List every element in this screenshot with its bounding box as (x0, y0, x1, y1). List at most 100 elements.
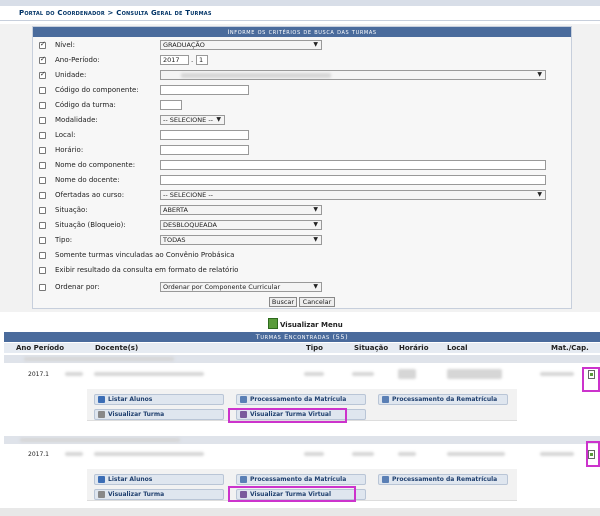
proc-rematricula-button[interactable]: Processamento da Rematrícula (378, 394, 508, 405)
label-local: Local: (55, 131, 76, 139)
label-unidade: Unidade: (55, 71, 87, 79)
select-situacao[interactable]: ABERTA ▼ (160, 205, 322, 215)
checkbox-local[interactable] (39, 132, 46, 139)
listar-alunos-button[interactable]: Listar Alunos (94, 474, 224, 485)
select-ordenar[interactable]: Ordenar por Componente Curricular ▼ (160, 282, 322, 292)
select-bloqueio[interactable]: DESBLOQUEADA ▼ (160, 220, 322, 230)
row-probasica: Somente turmas vinculadas ao Convênio Pr… (33, 249, 571, 264)
label-bloqueio: Situação (Bloqueio): (55, 221, 126, 229)
select-modalidade[interactable]: -- SELECIONE -- ▼ (160, 115, 225, 125)
redacted-text (352, 452, 374, 456)
label-nivel: Nível: (55, 41, 75, 49)
row-situacao: Situação: ABERTA ▼ (33, 204, 571, 219)
chevron-down-icon: ▼ (216, 116, 221, 123)
select-modalidade-value: -- SELECIONE -- (163, 116, 214, 124)
redacted-text (447, 369, 502, 379)
header-docente: Docente(s) (95, 344, 139, 352)
redacted-text (540, 372, 574, 376)
checkbox-nome-componente[interactable] (39, 162, 46, 169)
users-icon (98, 476, 105, 483)
visualizar-menu-link[interactable]: Visualizar Menu (268, 318, 343, 330)
checkbox-tipo[interactable] (39, 237, 46, 244)
checkbox-bloqueio[interactable] (39, 222, 46, 229)
dot-separator: . (191, 56, 194, 64)
label-modalidade: Modalidade: (55, 116, 98, 124)
header-situacao: Situação (354, 344, 389, 352)
input-codigo-componente[interactable] (160, 85, 249, 95)
cancelar-button[interactable]: Cancelar (299, 297, 335, 307)
input-ano[interactable]: 2017 (160, 55, 189, 65)
proc-rematricula-label: Processamento da Rematrícula (392, 476, 498, 483)
row-modalidade: Modalidade: -- SELECIONE -- ▼ (33, 114, 571, 129)
chevron-down-icon: ▼ (313, 206, 318, 213)
input-nome-componente[interactable] (160, 160, 546, 170)
label-horario: Horário: (55, 146, 84, 154)
label-ordenar: Ordenar por: (55, 283, 100, 291)
redacted-text (447, 452, 505, 456)
select-nivel[interactable]: GRADUAÇÃO ▼ (160, 40, 322, 50)
highlight-box (228, 408, 347, 423)
row-bloqueio: Situação (Bloqueio): DESBLOQUEADA ▼ (33, 219, 571, 234)
checkbox-unidade[interactable] (39, 70, 46, 79)
listar-alunos-label: Listar Alunos (108, 396, 153, 403)
checkbox-probasica[interactable] (39, 252, 46, 259)
checkbox-relatorio[interactable] (39, 267, 46, 274)
select-tipo-value: TODAS (163, 236, 186, 244)
redacted-text (94, 372, 204, 376)
buscar-button[interactable]: Buscar (269, 297, 297, 307)
checkbox-nivel[interactable] (39, 40, 46, 49)
proc-matricula-label: Processamento da Matrícula (250, 396, 347, 403)
listar-alunos-button[interactable]: Listar Alunos (94, 394, 224, 405)
label-situacao: Situação: (55, 206, 88, 214)
checkbox-horario[interactable] (39, 147, 46, 154)
select-bloqueio-value: DESBLOQUEADA (163, 221, 217, 229)
row-unidade: Unidade: ▼ (33, 69, 571, 84)
label-probasica: Somente turmas vinculadas ao Convênio Pr… (55, 251, 235, 259)
row-ano: 2017.1 (28, 371, 49, 378)
redacted-text (65, 372, 83, 376)
input-horario[interactable] (160, 145, 249, 155)
visualizar-turma-button[interactable]: Visualizar Turma (94, 409, 224, 420)
label-codigo-componente: Código do componente: (55, 86, 139, 94)
proc-rematricula-label: Processamento da Rematrícula (392, 396, 498, 403)
select-tipo[interactable]: TODAS ▼ (160, 235, 322, 245)
visualizar-turma-label: Visualizar Turma (108, 491, 165, 498)
input-local[interactable] (160, 130, 249, 140)
select-ofertadas[interactable]: -- SELECIONE -- ▼ (160, 190, 546, 200)
redacted-text (94, 452, 204, 456)
row-nome-docente: Nome do docente: (33, 174, 571, 189)
label-ano-periodo: Ano-Período: (55, 56, 100, 64)
breadcrumb: Portal do Coordenador > Consulta Geral d… (0, 6, 600, 21)
proc-matricula-label: Processamento da Matrícula (250, 476, 347, 483)
document-icon (240, 476, 247, 483)
checkbox-situacao[interactable] (39, 207, 46, 214)
checkbox-codigo-turma[interactable] (39, 102, 46, 109)
checkbox-ano-periodo[interactable] (39, 55, 46, 64)
input-nome-docente[interactable] (160, 175, 546, 185)
checkbox-ordenar[interactable] (39, 284, 46, 291)
proc-rematricula-button[interactable]: Processamento da Rematrícula (378, 474, 508, 485)
highlight-box (586, 441, 600, 467)
select-unidade[interactable]: ▼ (160, 70, 546, 80)
form-title: Informe os critérios de busca das turmas (33, 27, 571, 37)
breadcrumb-text: Portal do Coordenador > Consulta Geral d… (19, 9, 212, 17)
checkbox-nome-docente[interactable] (39, 177, 46, 184)
chevron-down-icon: ▼ (537, 71, 542, 78)
checkbox-modalidade[interactable] (39, 117, 46, 124)
select-nivel-value: GRADUAÇÃO (163, 41, 205, 49)
checkbox-ofertadas[interactable] (39, 192, 46, 199)
row-nome-componente: Nome do componente: (33, 159, 571, 174)
visualizar-turma-label: Visualizar Turma (108, 411, 165, 418)
proc-matricula-button[interactable]: Processamento da Matrícula (236, 394, 366, 405)
table-row: 2017.1 (4, 445, 600, 465)
highlight-box (228, 486, 356, 502)
redacted-text (20, 438, 180, 442)
input-codigo-turma[interactable] (160, 100, 182, 110)
visualizar-turma-button[interactable]: Visualizar Turma (94, 489, 224, 500)
magnifier-icon (98, 411, 105, 418)
input-periodo[interactable]: 1 (196, 55, 208, 65)
header-tipo: Tipo (306, 344, 323, 352)
checkbox-codigo-componente[interactable] (39, 87, 46, 94)
proc-matricula-button[interactable]: Processamento da Matrícula (236, 474, 366, 485)
label-tipo: Tipo: (55, 236, 73, 244)
